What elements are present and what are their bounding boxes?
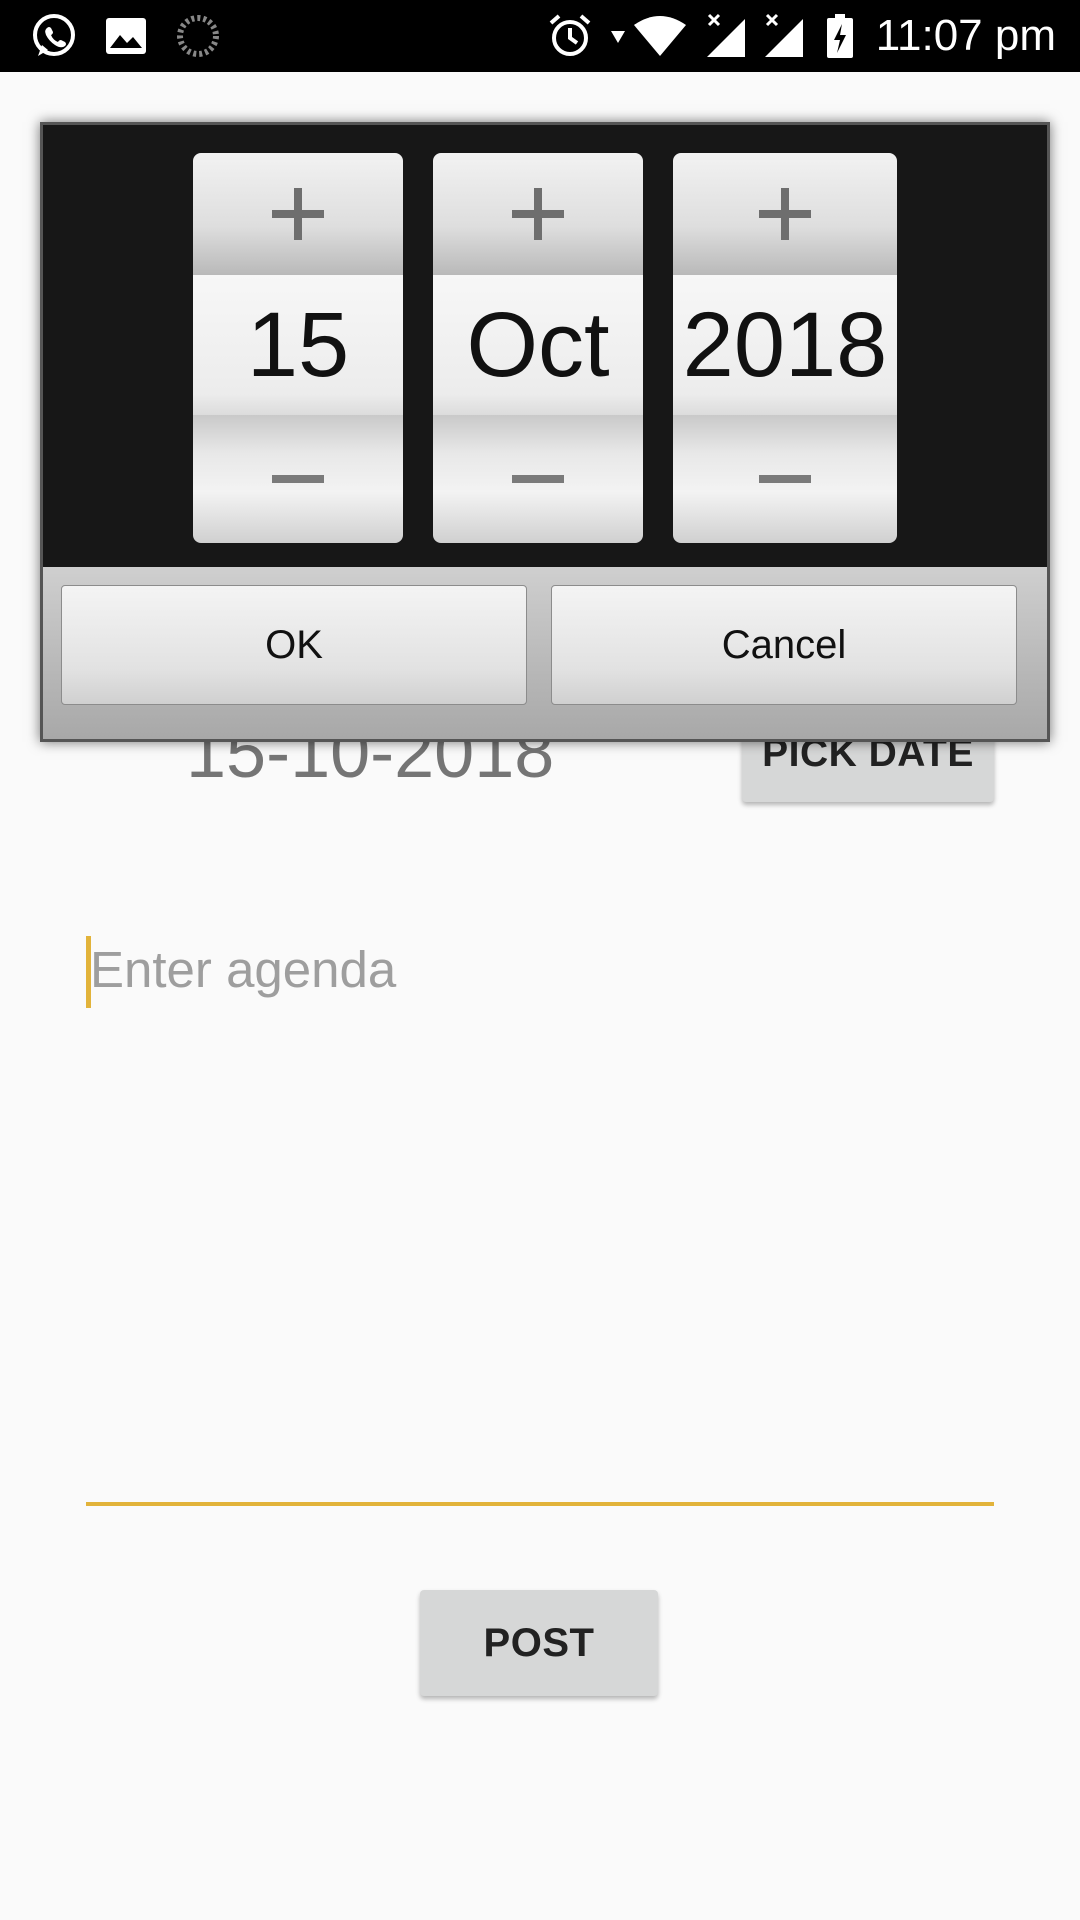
post-button[interactable]: POST [420,1590,658,1696]
dialog-button-bar: OK Cancel [43,567,1047,739]
year-decrement-button[interactable] [673,415,897,543]
day-increment-button[interactable] [193,153,403,275]
image-icon [104,0,148,72]
signal-x-icon [702,0,748,72]
year-value[interactable]: 2018 [673,275,897,415]
date-picker-dialog: 15 Oct 2018 OK Cancel [40,122,1050,742]
month-spinner: Oct [433,153,643,543]
plus-icon [272,188,324,240]
minus-icon [272,475,324,483]
cancel-button[interactable]: Cancel [551,585,1017,705]
signal-x-icon [760,0,806,72]
status-time: 11:07 pm [875,11,1056,60]
wifi-icon [632,0,688,72]
month-decrement-button[interactable] [433,415,643,543]
date-picker-spinners: 15 Oct 2018 [43,125,1047,567]
year-spinner: 2018 [673,153,897,543]
loading-icon [174,0,222,72]
data-arrow-icon [608,0,628,72]
plus-icon [512,188,564,240]
plus-icon [759,188,811,240]
month-value[interactable]: Oct [433,275,643,415]
agenda-input[interactable]: Enter agenda [86,930,994,1506]
minus-icon [512,475,564,483]
month-increment-button[interactable] [433,153,643,275]
agenda-placeholder: Enter agenda [90,941,397,998]
minus-icon [759,475,811,483]
day-decrement-button[interactable] [193,415,403,543]
year-increment-button[interactable] [673,153,897,275]
ok-button[interactable]: OK [61,585,527,705]
day-spinner: 15 [193,153,403,543]
whatsapp-icon [26,0,82,72]
day-value[interactable]: 15 [193,275,403,415]
battery-charging-icon [824,0,856,72]
alarm-icon [546,0,594,72]
status-bar: 11:07 pm [0,0,1080,72]
